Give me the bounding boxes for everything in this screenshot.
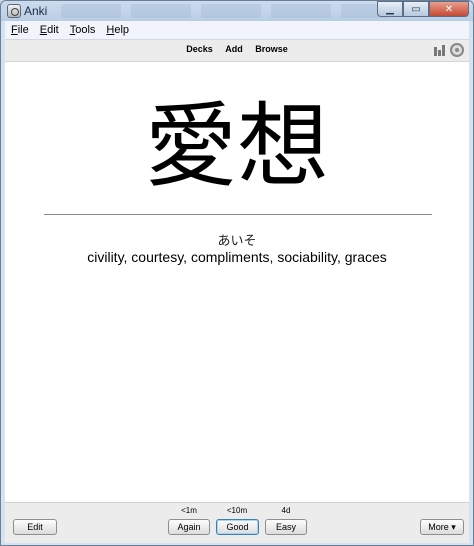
browse-link[interactable]: Browse	[255, 44, 288, 54]
window-controls: ▁ ▭ ✕	[377, 1, 469, 17]
card-view: 愛想 あいそ civility, courtesy, compliments, …	[5, 62, 469, 503]
top-toolbar: Decks Add Browse	[5, 40, 469, 62]
menu-edit[interactable]: Edit	[40, 24, 59, 36]
good-button[interactable]: Good	[216, 519, 259, 535]
easy-interval: 4d	[281, 506, 291, 515]
toolbar-links: Decks Add Browse	[5, 44, 469, 54]
decks-link[interactable]: Decks	[186, 44, 213, 54]
easy-button[interactable]: Easy	[265, 519, 307, 535]
card-front-text: 愛想	[144, 93, 329, 200]
answer-divider	[44, 214, 432, 215]
again-interval: <1m	[181, 506, 197, 515]
add-link[interactable]: Add	[225, 44, 243, 54]
sync-icon[interactable]	[450, 43, 464, 57]
maximize-button[interactable]: ▭	[403, 1, 429, 17]
menu-help[interactable]: Help	[106, 24, 129, 36]
more-button[interactable]: More ▾	[420, 519, 464, 535]
again-button[interactable]: Again	[168, 519, 210, 535]
menu-bar: File Edit Tools Help	[5, 21, 469, 40]
minimize-button[interactable]: ▁	[377, 1, 403, 17]
good-interval: <10m	[226, 506, 248, 515]
answer-bar: Edit <1m Again <10m Good 4d Easy More ▾	[5, 503, 469, 543]
card-meaning: civility, courtesy, compliments, sociabi…	[87, 249, 387, 265]
title-bar[interactable]: Anki ▁ ▭ ✕	[1, 1, 473, 21]
window-title: Anki	[24, 4, 48, 18]
bar-chart-icon[interactable]	[434, 44, 446, 56]
menu-file[interactable]: File	[11, 24, 29, 36]
anki-window: Anki ▁ ▭ ✕ File Edit Tools Help Decks Ad…	[0, 0, 474, 546]
anki-app-icon	[7, 4, 21, 18]
edit-button[interactable]: Edit	[13, 519, 57, 535]
menu-tools[interactable]: Tools	[70, 24, 96, 36]
card-reading: あいそ	[217, 234, 257, 249]
background-tabs	[61, 4, 391, 18]
close-button[interactable]: ✕	[429, 1, 469, 17]
